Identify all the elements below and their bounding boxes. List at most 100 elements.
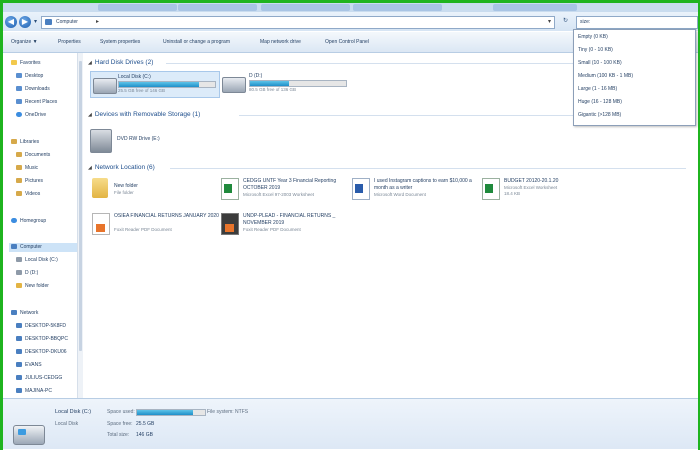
file-type: Foxit Reader PDF Document (114, 227, 172, 232)
details-usage-fill (137, 410, 194, 415)
sidebar-item-network-pc[interactable]: DESKTOP-5K8FD (16, 322, 66, 331)
sidebar-item-pictures[interactable]: Pictures (16, 177, 43, 186)
drive-free-space: 25.5 GB free of 146 GB (118, 88, 166, 93)
sidebar-item-documents[interactable]: Documents (16, 151, 50, 160)
sidebar-item-favorites[interactable]: Favorites (11, 59, 41, 68)
excel-file-icon (482, 178, 500, 200)
file-size: 18.4 KB (504, 191, 521, 196)
title-bar (3, 3, 698, 12)
collapse-icon[interactable]: ◢ (88, 60, 92, 66)
dvd-drive-icon (90, 129, 112, 153)
sidebar-item-network-pc[interactable]: MAJINA-PC (16, 387, 52, 396)
folder-icon (92, 178, 108, 198)
sidebar-item-recent-places[interactable]: Recent Places (16, 98, 57, 107)
system-properties-button[interactable]: System properties (100, 39, 140, 45)
search-input[interactable]: size: (576, 16, 698, 29)
sidebar-item-new-folder[interactable]: New folder (16, 282, 49, 291)
browser-tab[interactable] (353, 4, 442, 11)
search-query: size: (580, 19, 591, 25)
divider (170, 168, 686, 169)
network-item-new-folder[interactable]: New folder File folder (92, 178, 217, 206)
drive-name: D (D:) (249, 73, 263, 79)
drive-dvd-rw[interactable]: DVD RW Drive (E:) (90, 127, 190, 155)
drive-local-disk-c[interactable]: Local Disk (C:) 25.5 GB free of 146 GB (90, 71, 220, 98)
details-subtitle: Local Disk (55, 421, 79, 427)
sidebar-item-music[interactable]: Music (16, 164, 38, 173)
map-network-drive-button[interactable]: Map network drive (260, 39, 301, 45)
browser-tab[interactable] (261, 4, 350, 11)
size-option-huge[interactable]: Huge (16 - 128 MB) (578, 99, 622, 105)
network-item-osiea-pdf[interactable]: OSIEA FINANCIAL RETURNS JANUARY 2020 Fox… (92, 213, 219, 243)
sidebar-item-libraries[interactable]: Libraries (11, 138, 39, 147)
properties-button[interactable]: Properties (58, 39, 81, 45)
sidebar-item-network-pc[interactable]: DESKTOP-DKU06 (16, 348, 67, 357)
drive-usage-fill (119, 82, 199, 87)
collapse-icon[interactable]: ◢ (88, 112, 92, 118)
file-name: CEDGG UNTF Year 3 Financial Reporting OC… (243, 178, 337, 191)
star-icon (11, 60, 17, 66)
file-name: New folder (114, 183, 138, 189)
sidebar-item-computer[interactable]: Computer (9, 243, 77, 252)
refresh-icon[interactable]: ↻ (563, 17, 568, 24)
drive-d[interactable]: D (D:) 80.5 GB free of 136 GB (222, 71, 352, 96)
network-item-undp-pdf[interactable]: UNDP-PLEAD - FINANCIAL RETURNS _ NOVEMBE… (221, 213, 349, 243)
file-name: I used Instagram captions to earn $10,00… (374, 178, 472, 191)
group-header-removable-storage[interactable]: ◢ Devices with Removable Storage (1) (88, 111, 200, 118)
hard-drive-icon (93, 78, 117, 94)
homegroup-icon (11, 218, 17, 224)
details-space-free-value: 25.5 GB (136, 421, 155, 427)
scrollbar-thumb[interactable] (79, 61, 82, 351)
open-control-panel-button[interactable]: Open Control Panel (325, 39, 369, 45)
breadcrumb-arrow-icon[interactable]: ▸ (96, 18, 99, 25)
file-name: BUDGET 20120-20.1.20 (504, 178, 559, 184)
network-item-excel-report[interactable]: CEDGG UNTF Year 3 Financial Reporting OC… (221, 178, 349, 208)
sidebar-item-downloads[interactable]: Downloads (16, 85, 50, 94)
sidebar-item-drive-d[interactable]: D (D:) (16, 269, 38, 278)
recent-places-icon (16, 99, 22, 105)
computer-icon (16, 375, 22, 381)
details-file-system: File system: NTFS (207, 409, 249, 415)
forward-icon[interactable]: ▶ (19, 16, 31, 28)
computer-icon (16, 388, 22, 394)
size-option-large[interactable]: Large (1 - 16 MB) (578, 86, 617, 92)
size-option-small[interactable]: Small (10 - 100 KB) (578, 60, 622, 66)
recent-pages-dropdown-icon[interactable]: ▾ (34, 18, 37, 25)
address-dropdown-icon[interactable]: ▾ (548, 18, 551, 25)
organize-button[interactable]: Organize ▼ (11, 39, 38, 45)
sidebar-item-homegroup[interactable]: Homegroup (11, 217, 46, 226)
browser-tab[interactable] (493, 4, 577, 11)
address-bar[interactable]: Computer ▸ ▾ (41, 16, 555, 29)
browser-tab[interactable] (98, 4, 177, 11)
sidebar-item-network-pc[interactable]: DESKTOP-BBQPC (16, 335, 68, 344)
group-header-network-location[interactable]: ◢ Network Location (6) (88, 164, 155, 171)
file-type: Microsoft Word Document (374, 192, 426, 197)
sidebar-item-desktop[interactable]: Desktop (16, 72, 43, 81)
size-option-medium[interactable]: Medium (100 KB - 1 MB) (578, 73, 633, 79)
uninstall-program-button[interactable]: Uninstall or change a program (163, 39, 230, 45)
details-total-size-label: Total size: (107, 432, 130, 438)
sidebar-item-network-pc[interactable]: JULIUS-CEDGG (16, 374, 62, 383)
group-header-hard-disk-drives[interactable]: ◢ Hard Disk Drives (2) (88, 59, 153, 66)
navigation-pane: Favorites Desktop Downloads Recent Place… (3, 53, 77, 398)
excel-file-icon (221, 178, 239, 200)
browser-tab[interactable] (178, 4, 257, 11)
network-item-budget[interactable]: BUDGET 20120-20.1.20 Microsoft Excel Wor… (482, 178, 607, 208)
network-icon (11, 310, 17, 316)
collapse-icon[interactable]: ◢ (88, 165, 92, 171)
network-item-word-document[interactable]: I used Instagram captions to earn $10,00… (352, 178, 480, 208)
sidebar-item-network-pc[interactable]: EVANS (16, 361, 42, 370)
size-option-tiny[interactable]: Tiny (0 - 10 KB) (578, 47, 613, 53)
sidebar-item-videos[interactable]: Videos (16, 190, 40, 199)
sidebar-item-local-disk-c[interactable]: Local Disk (C:) (16, 256, 58, 265)
navigation-scrollbar[interactable] (77, 53, 83, 398)
sidebar-item-onedrive[interactable]: OneDrive (16, 111, 46, 120)
pdf-file-icon (92, 213, 110, 235)
size-option-empty[interactable]: Empty (0 KB) (578, 34, 608, 40)
sidebar-item-network[interactable]: Network (11, 309, 38, 318)
size-option-gigantic[interactable]: Gigantic (>128 MB) (578, 112, 621, 118)
back-icon[interactable]: ◀ (5, 16, 17, 28)
libraries-icon (11, 139, 17, 145)
hard-drive-icon (222, 77, 246, 93)
downloads-icon (16, 86, 22, 92)
file-type: Microsoft Excel 97-2003 Worksheet (243, 192, 314, 197)
